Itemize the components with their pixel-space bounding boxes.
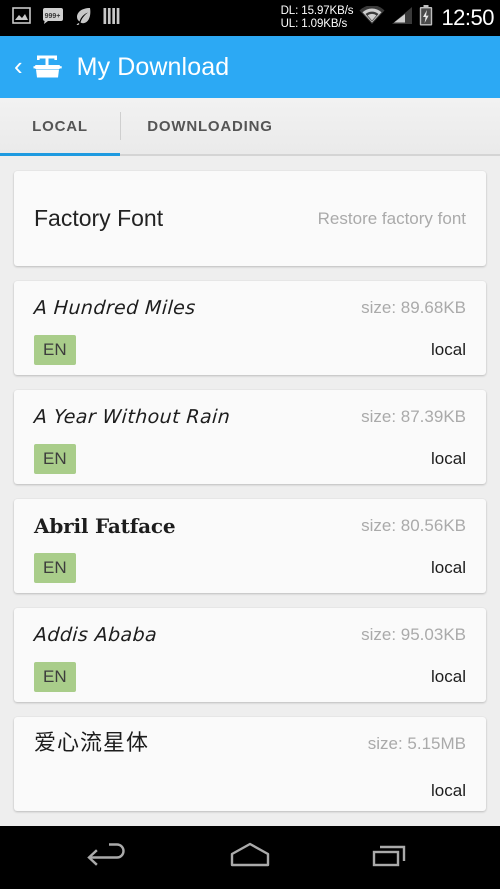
language-badge: EN bbox=[34, 335, 76, 365]
nav-home-button[interactable] bbox=[217, 836, 283, 880]
status-system-icons: DL: 15.97KB/s UL: 1.09KB/s 12:50 bbox=[281, 5, 494, 31]
status-bar: 999+ DL: 15.97KB/s UL: 1.09KB/s 12:50 bbox=[0, 0, 500, 36]
font-size: size: 89.68KB bbox=[361, 298, 466, 317]
list-item[interactable]: 爱心流星体 size: 5.15MB local bbox=[14, 717, 486, 811]
font-name: A Year Without Rain bbox=[33, 406, 231, 428]
font-item-bottom-row: EN local bbox=[34, 553, 466, 583]
action-bar: ‹ My Download bbox=[0, 36, 500, 98]
download-speed-label: DL: 15.97KB/s bbox=[280, 5, 354, 17]
font-status: local bbox=[431, 558, 466, 577]
back-icon bbox=[87, 840, 133, 875]
factory-font-title: Factory Font bbox=[34, 205, 164, 231]
font-manager-icon bbox=[33, 54, 63, 80]
font-name: Abril Fatface bbox=[34, 514, 176, 538]
tab-local-label: LOCAL bbox=[32, 117, 88, 135]
font-name: A Hundred Miles bbox=[33, 297, 197, 319]
status-notification-icons: 999+ bbox=[12, 7, 121, 30]
nav-back-button[interactable] bbox=[77, 836, 143, 880]
font-status: local bbox=[431, 781, 466, 800]
font-item-bottom-row: EN local bbox=[34, 335, 466, 365]
list-item[interactable]: A Hundred Miles size: 89.68KB EN local bbox=[14, 281, 486, 375]
font-item-top-row: A Hundred Miles size: 89.68KB bbox=[33, 295, 466, 321]
font-status: local bbox=[431, 340, 466, 359]
font-item-top-row: Addis Ababa size: 95.03KB bbox=[33, 622, 466, 648]
home-icon bbox=[225, 840, 275, 875]
nav-recents-button[interactable] bbox=[357, 836, 423, 880]
font-list[interactable]: Factory Font Restore factory font A Hund… bbox=[0, 156, 500, 826]
language-badge: EN bbox=[34, 444, 76, 474]
font-item-bottom-row: EN local bbox=[34, 662, 466, 692]
bars-icon bbox=[103, 7, 121, 30]
font-name: 爱心流星体 bbox=[34, 731, 150, 756]
photo-icon bbox=[12, 7, 31, 29]
language-badge: EN bbox=[34, 553, 76, 583]
font-status: local bbox=[431, 667, 466, 686]
page-title: My Download bbox=[76, 53, 230, 81]
upload-speed-label: UL: 1.09KB/s bbox=[280, 18, 348, 30]
recents-icon bbox=[368, 840, 412, 875]
font-item-top-row: 爱心流星体 size: 5.15MB bbox=[34, 731, 466, 757]
list-item[interactable]: A Year Without Rain size: 87.39KB EN loc… bbox=[14, 390, 486, 484]
font-name: Addis Ababa bbox=[33, 624, 158, 646]
tab-local[interactable]: LOCAL bbox=[0, 98, 120, 154]
battery-charging-icon bbox=[419, 5, 433, 31]
tab-downloading-label: DOWNLOADING bbox=[147, 117, 273, 135]
restore-factory-font-action[interactable]: Restore factory font bbox=[318, 209, 466, 229]
language-badge: EN bbox=[34, 662, 76, 692]
list-item[interactable]: Abril Fatface size: 80.56KB EN local bbox=[14, 499, 486, 593]
font-item-bottom-row: local bbox=[34, 781, 466, 801]
font-size: size: 87.39KB bbox=[361, 407, 466, 426]
font-status: local bbox=[431, 449, 466, 468]
font-item-top-row: A Year Without Rain size: 87.39KB bbox=[33, 404, 466, 430]
signal-icon bbox=[391, 6, 413, 30]
font-size: size: 80.56KB bbox=[361, 516, 466, 535]
tab-downloading[interactable]: DOWNLOADING bbox=[120, 98, 300, 154]
svg-text:999+: 999+ bbox=[45, 13, 61, 20]
system-navigation-bar bbox=[0, 826, 500, 889]
factory-font-card[interactable]: Factory Font Restore factory font bbox=[14, 171, 486, 266]
tab-bar: LOCAL DOWNLOADING bbox=[0, 98, 500, 156]
font-size: size: 95.03KB bbox=[361, 625, 466, 644]
back-button[interactable]: ‹ bbox=[14, 53, 29, 81]
network-speed-indicator: DL: 15.97KB/s UL: 1.09KB/s bbox=[281, 5, 354, 31]
font-size: size: 5.15MB bbox=[367, 734, 466, 753]
leaf-icon bbox=[75, 7, 92, 30]
messages-icon: 999+ bbox=[42, 7, 64, 30]
phone-screen: 999+ DL: 15.97KB/s UL: 1.09KB/s 12:50 ‹ … bbox=[0, 0, 500, 889]
font-item-top-row: Abril Fatface size: 80.56KB bbox=[34, 513, 466, 539]
font-item-bottom-row: EN local bbox=[34, 444, 466, 474]
list-item[interactable]: Addis Ababa size: 95.03KB EN local bbox=[14, 608, 486, 702]
wifi-icon bbox=[359, 5, 385, 30]
clock-label: 12:50 bbox=[441, 4, 494, 30]
